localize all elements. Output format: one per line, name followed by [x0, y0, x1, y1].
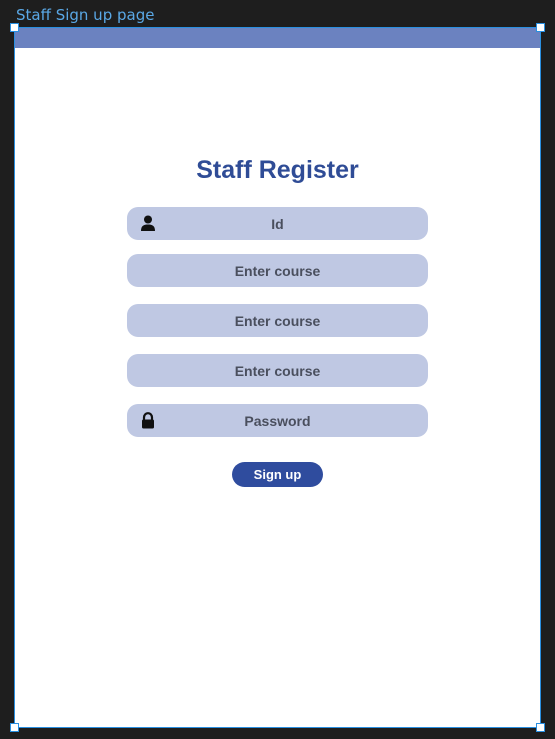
password-field-label: Password [244, 412, 311, 429]
resize-handle-top-left[interactable] [10, 23, 19, 32]
id-field[interactable]: Id [127, 207, 428, 240]
course-field-1-label: Enter course [234, 262, 321, 279]
resize-handle-bottom-right[interactable] [536, 723, 545, 732]
staff-signup-frame[interactable]: Staff Register Id Enter course Enter cou… [14, 27, 541, 728]
signup-button[interactable]: Sign up [232, 462, 323, 487]
frame-label[interactable]: Staff Sign up page [16, 5, 154, 25]
course-field-3[interactable]: Enter course [127, 354, 428, 387]
user-icon [140, 215, 156, 232]
id-field-label: Id [271, 215, 284, 232]
course-field-2[interactable]: Enter course [127, 304, 428, 337]
top-bar [15, 28, 540, 48]
resize-handle-top-right[interactable] [536, 23, 545, 32]
lock-icon [140, 412, 156, 429]
course-field-3-label: Enter course [234, 362, 321, 379]
course-field-1[interactable]: Enter course [127, 254, 428, 287]
course-field-2-label: Enter course [234, 312, 321, 329]
password-field[interactable]: Password [127, 404, 428, 437]
page-title: Staff Register [196, 156, 359, 184]
resize-handle-bottom-left[interactable] [10, 723, 19, 732]
